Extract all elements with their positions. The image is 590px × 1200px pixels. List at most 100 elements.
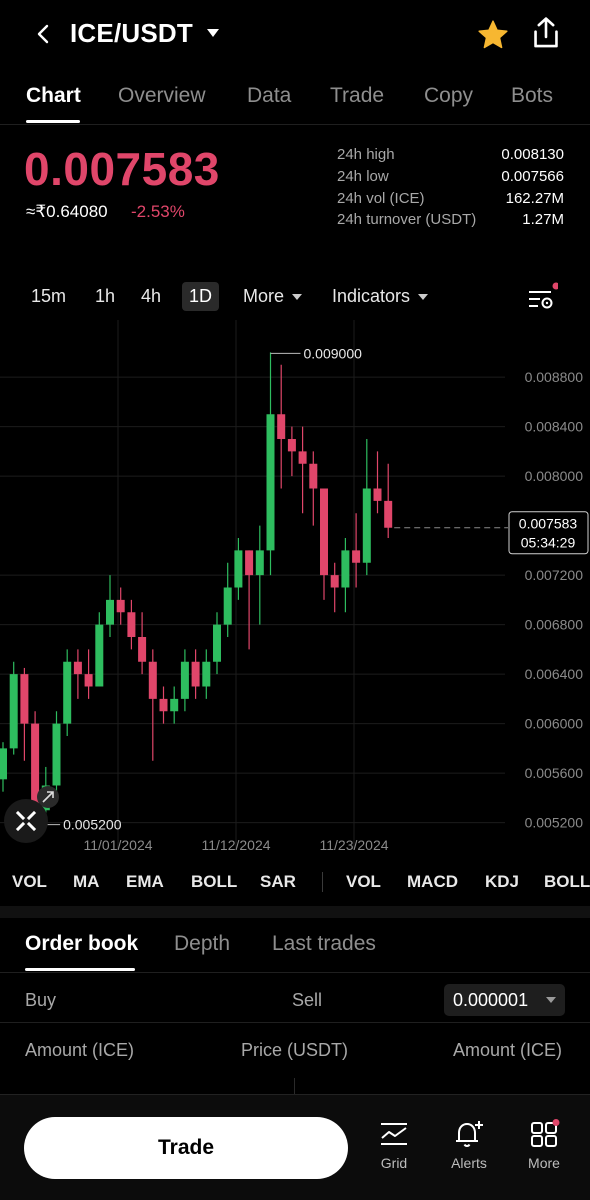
timeframe-1d[interactable]: 1D	[182, 282, 220, 311]
indicator-vol[interactable]: VOL	[12, 872, 47, 892]
candle-body	[298, 451, 307, 464]
tab-copy[interactable]: Copy	[424, 84, 473, 108]
chevron-down-icon	[546, 997, 556, 1003]
share-icon[interactable]	[530, 16, 562, 50]
tab-order-book[interactable]: Order book	[25, 932, 138, 956]
candle-body	[9, 674, 18, 749]
indicator-boll[interactable]: BOLL	[191, 872, 237, 892]
grid-chart-icon	[381, 1123, 407, 1145]
column-divider	[294, 1078, 295, 1094]
active-tab-indicator	[26, 120, 80, 123]
tab-chart[interactable]: Chart	[26, 84, 81, 108]
sub-indicator-kdj[interactable]: KDJ	[485, 872, 519, 892]
stat-label-24h-turnover: 24h turnover (USDT)	[337, 211, 477, 228]
stat-value-24h-high: 0.008130	[501, 146, 564, 163]
candle-body	[266, 414, 275, 551]
candle-body	[341, 550, 350, 588]
chevron-down-icon[interactable]	[206, 28, 220, 38]
last-price: 0.007583	[24, 143, 220, 195]
candle-body	[191, 661, 200, 687]
y-tick-label: 0.008800	[525, 369, 584, 385]
candle-body	[159, 698, 168, 712]
timeframe-4h[interactable]: 4h	[141, 286, 161, 307]
timeframe-15m[interactable]: 15m	[31, 286, 66, 307]
column-price: Price (USDT)	[241, 1040, 348, 1060]
x-tick-label: 11/23/2024	[319, 837, 388, 853]
candle-body	[0, 748, 7, 780]
candle-body	[148, 661, 157, 699]
y-tick-label: 0.005200	[525, 815, 584, 831]
candle-body	[63, 661, 72, 724]
indicator-ema[interactable]: EMA	[126, 872, 164, 892]
candle-body	[384, 500, 393, 528]
bottom-action-bar: Trade Grid Alerts More	[0, 1094, 590, 1200]
y-tick-label: 0.008400	[525, 419, 584, 435]
candles	[0, 352, 393, 823]
tick-size-select[interactable]: 0.000001	[444, 984, 565, 1016]
buy-sell-header: Buy Sell 0.000001	[0, 980, 590, 1020]
bell-plus-icon	[456, 1121, 483, 1147]
nav-alerts-label: Alerts	[451, 1155, 487, 1171]
pair-title[interactable]: ICE/USDT	[70, 18, 193, 49]
timeframe-1h[interactable]: 1h	[95, 286, 115, 307]
stat-value-24h-vol: 162.27M	[505, 190, 564, 207]
tab-bots[interactable]: Bots	[511, 84, 553, 108]
candlestick-chart[interactable]: 0.008800 0.008400 0.008000 0.007200 0.006800…	[0, 320, 590, 860]
candle-body	[277, 414, 286, 439]
y-tick-label: 0.008000	[525, 468, 584, 484]
more-timeframes-dropdown[interactable]: More	[243, 286, 303, 307]
candle-body	[245, 550, 254, 576]
candle-body	[106, 599, 114, 625]
nav-grid[interactable]: Grid	[362, 1119, 426, 1171]
chevron-down-icon	[418, 294, 429, 301]
candle-body	[320, 488, 328, 576]
chevron-down-icon	[292, 294, 303, 301]
candle-body	[373, 488, 382, 501]
indicator-bar: VOL MA EMA BOLL SAR VOL MACD KDJ BOLL	[0, 868, 590, 898]
divider	[0, 1022, 590, 1023]
tab-depth[interactable]: Depth	[174, 932, 230, 956]
indicator-ma[interactable]: MA	[73, 872, 99, 892]
price-change-percent: -2.53%	[131, 202, 185, 221]
candle-body	[223, 587, 232, 625]
stat-label-24h-low: 24h low	[337, 168, 389, 185]
chevron-left-icon[interactable]	[32, 22, 56, 46]
candle-body	[95, 624, 104, 687]
chart-grid	[0, 320, 505, 850]
divider	[0, 972, 590, 973]
apps-icon	[531, 1119, 560, 1147]
sell-label: Sell	[292, 990, 323, 1010]
candle-body	[202, 661, 211, 687]
fullscreen-toggle-icon	[4, 799, 48, 843]
candle-body	[170, 698, 179, 712]
orderbook-tabs: Order book Depth Last trades	[0, 920, 590, 972]
sub-indicator-boll[interactable]: BOLL	[544, 872, 590, 892]
tab-overview[interactable]: Overview	[118, 84, 206, 108]
section-gap	[0, 906, 590, 918]
candle-body	[309, 463, 318, 489]
sub-indicator-macd[interactable]: MACD	[407, 872, 458, 892]
candle-body	[255, 550, 264, 576]
chart-canvas[interactable]: 0.008800 0.008400 0.008000 0.007200 0.006800…	[0, 320, 590, 860]
tab-trade[interactable]: Trade	[330, 84, 384, 108]
column-amount-buy: Amount (ICE)	[25, 1040, 135, 1060]
nav-more[interactable]: More	[512, 1119, 576, 1171]
stat-label-24h-high: 24h high	[337, 146, 395, 163]
sub-indicator-vol[interactable]: VOL	[346, 872, 381, 892]
tab-last-trades[interactable]: Last trades	[272, 932, 376, 956]
chart-toolbar: 15m 1h 4h 1D More Indicators	[0, 276, 590, 318]
indicator-sar[interactable]: SAR	[260, 872, 296, 892]
star-icon[interactable]	[476, 18, 510, 52]
chart-labels: 0.008800 0.008400 0.008000 0.007200 0.006800…	[4, 345, 589, 853]
candle-body	[234, 550, 243, 588]
candle-body	[180, 661, 189, 699]
chart-settings-icon[interactable]	[526, 282, 558, 312]
nav-alerts[interactable]: Alerts	[437, 1119, 501, 1171]
divider	[0, 124, 590, 125]
trade-button[interactable]: Trade	[24, 1117, 348, 1179]
candle-body	[362, 488, 371, 563]
current-price-label: 0.007583	[519, 516, 578, 532]
tab-data[interactable]: Data	[247, 84, 291, 108]
y-tick-label: 0.006800	[525, 617, 584, 633]
indicators-dropdown[interactable]: Indicators	[332, 286, 429, 307]
